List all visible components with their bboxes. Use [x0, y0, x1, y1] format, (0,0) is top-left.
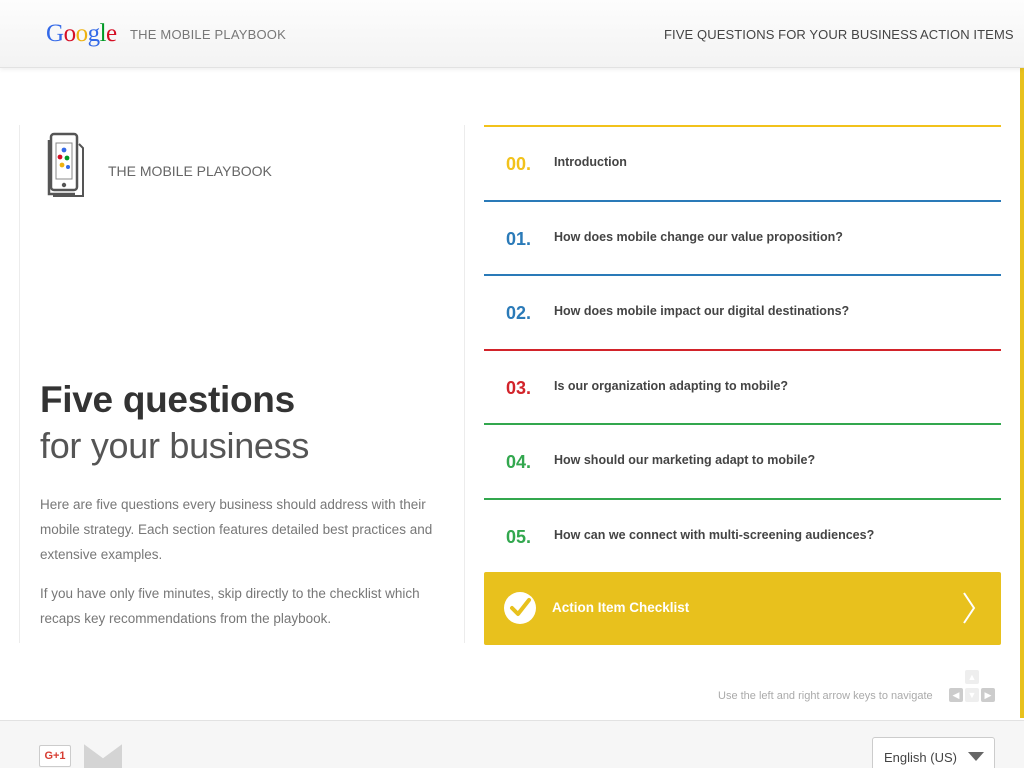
question-item-04[interactable]: 04. How should our marketing adapt to mo… — [484, 423, 1001, 498]
question-text: Introduction — [554, 155, 627, 169]
logo-letter: G — [46, 20, 64, 47]
footer: G+1 English (US) — [0, 720, 1024, 768]
right-edge-accent — [1020, 68, 1024, 718]
mail-icon[interactable] — [84, 743, 122, 768]
brand-title[interactable]: THE MOBILE PLAYBOOK — [130, 27, 286, 42]
intro-panel: THE MOBILE PLAYBOOK Five questions for y… — [19, 125, 465, 643]
intro-paragraph-2: If you have only five minutes, skip dire… — [40, 586, 420, 626]
checklist-label: Action Item Checklist — [552, 600, 690, 615]
question-number: 05. — [506, 526, 532, 547]
headline-light: for your business — [40, 425, 310, 466]
logo-letter: e — [106, 20, 117, 47]
headline-strong: Five questions — [40, 379, 295, 420]
action-item-checklist-button[interactable]: Action Item Checklist — [484, 572, 1001, 645]
top-header: Google THE MOBILE PLAYBOOK FIVE QUESTION… — [0, 0, 1024, 68]
nav-five-questions[interactable]: FIVE QUESTIONS FOR YOUR BUSINESS — [664, 27, 918, 42]
arrow-right-key[interactable]: ▶ — [981, 688, 995, 702]
question-number: 02. — [506, 303, 532, 324]
navigation-hint: Use the left and right arrow keys to nav… — [718, 690, 933, 702]
question-text: How can we connect with multi-screening … — [554, 527, 875, 542]
question-text: Is our organization adapting to mobile? — [554, 378, 789, 393]
question-text: How does mobile impact our digital desti… — [554, 304, 850, 319]
question-number: 00. — [506, 154, 532, 174]
book-label: THE MOBILE PLAYBOOK — [108, 163, 272, 179]
question-number: 03. — [506, 377, 532, 398]
chevron-right-icon — [963, 592, 976, 624]
arrow-left-key[interactable]: ◀ — [949, 688, 963, 702]
question-item-03[interactable]: 03. Is our organization adapting to mobi… — [484, 348, 1001, 424]
google-logo[interactable]: Google — [46, 20, 117, 48]
nav-action-items[interactable]: ACTION ITEMS — [920, 27, 1014, 42]
question-item-05[interactable]: 05. How can we connect with multi-screen… — [484, 497, 1001, 573]
arrow-up-key[interactable]: ▲ — [965, 670, 979, 684]
question-number: 04. — [506, 452, 532, 473]
logo-letter: o — [63, 20, 77, 47]
language-select[interactable]: English (US) — [872, 737, 995, 768]
question-item-00[interactable]: 00. Introduction — [484, 125, 1001, 200]
mobile-book-icon — [47, 132, 84, 197]
checkmark-icon — [504, 592, 536, 624]
question-text: How should our marketing adapt to mobile… — [554, 453, 816, 468]
arrow-down-key[interactable]: ▼ — [965, 688, 979, 702]
question-item-01[interactable]: 01. How does mobile change our value pro… — [484, 199, 1001, 275]
language-value: English (US) — [884, 750, 957, 765]
google-plus-one-button[interactable]: G+1 — [39, 745, 71, 767]
question-number: 01. — [506, 228, 532, 249]
question-item-02[interactable]: 02. How does mobile impact our digital d… — [484, 274, 1001, 349]
question-list: 00. Introduction 01. How does mobile cha… — [484, 125, 1001, 573]
logo-letter: g — [87, 20, 101, 47]
arrow-keys: ▲ ◀ ▼ ▶ — [947, 670, 997, 706]
logo-letter: o — [75, 20, 89, 47]
question-text: How does mobile change our value proposi… — [554, 229, 843, 244]
chevron-down-icon — [968, 752, 984, 761]
intro-paragraph-1: Here are five questions every business s… — [40, 497, 433, 562]
